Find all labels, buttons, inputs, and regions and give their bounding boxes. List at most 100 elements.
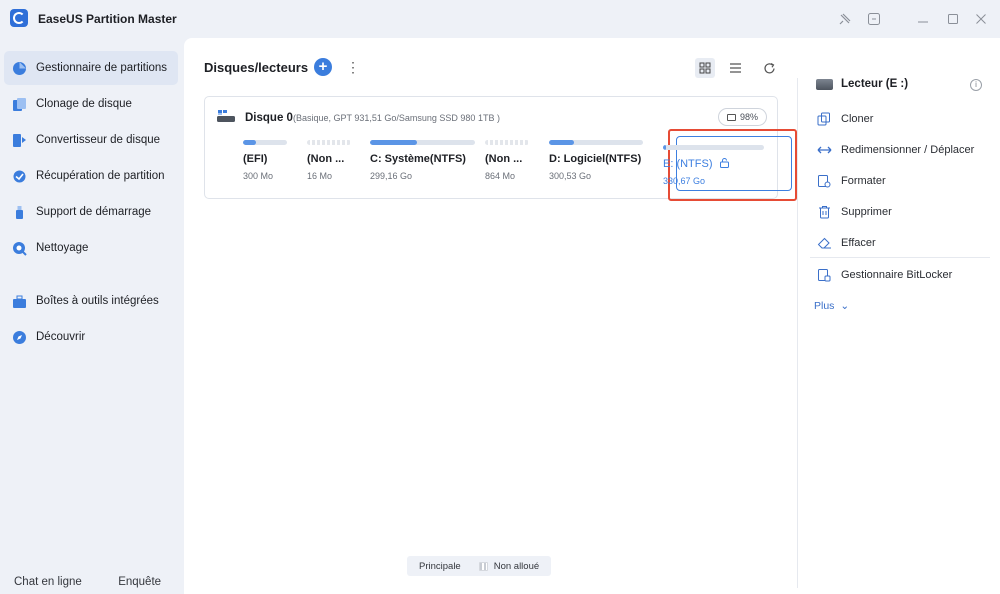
disk-info: (Basique, GPT 931,51 Go/Samsung SSD 980 … — [293, 113, 500, 123]
add-disk-icon[interactable]: + — [314, 58, 332, 76]
partition-name: (EFI) — [243, 153, 268, 165]
partition-c-system[interactable]: C: Système(NTFS) 299,16 Go — [370, 140, 480, 195]
partition-name: (Non ... — [485, 153, 523, 165]
partition-name: C: Système(NTFS) — [370, 153, 466, 165]
legend-unallocated-label: Non alloué — [493, 560, 540, 572]
info-icon[interactable]: i — [970, 79, 982, 91]
partition-size: 299,16 Go — [370, 171, 413, 181]
clone-disk-icon — [11, 96, 27, 112]
partition-size: 300 Mo — [243, 171, 274, 181]
chevron-down-icon: ⌄ — [840, 300, 850, 312]
sidebar: Gestionnaire de partitions Clonage de di… — [0, 38, 184, 594]
pin-icon[interactable] — [836, 10, 854, 28]
action-label: Formater — [841, 175, 886, 187]
partition-usage-bar — [370, 140, 475, 145]
partition-usage-bar — [549, 140, 643, 145]
compass-icon — [11, 329, 27, 345]
app-logo-icon — [10, 9, 28, 27]
resize-move-button[interactable]: Redimensionner / Déplacer — [816, 140, 974, 160]
action-label: Redimensionner / Déplacer — [841, 144, 975, 156]
sidebar-item-discover[interactable]: Découvrir — [4, 320, 178, 354]
sidebar-item-toolbox[interactable]: Boîtes à outils intégrées — [4, 284, 178, 318]
cleanup-icon — [11, 240, 27, 256]
sidebar-item-disk-clone[interactable]: Clonage de disque — [4, 87, 178, 121]
survey-link[interactable]: Enquête — [118, 576, 161, 588]
partition-pie-icon — [11, 60, 27, 76]
sidebar-item-disk-converter[interactable]: Convertisseur de disque — [4, 123, 178, 157]
maximize-icon[interactable] — [944, 10, 962, 28]
partition-size: 16 Mo — [307, 171, 333, 181]
minimize-icon[interactable] — [914, 10, 932, 28]
sidebar-item-label: Gestionnaire de partitions — [36, 62, 168, 74]
chat-link[interactable]: Chat en ligne — [14, 576, 82, 588]
trash-icon — [816, 204, 832, 220]
format-button[interactable]: Formater — [816, 171, 886, 191]
partition-usage-bar — [307, 140, 351, 145]
sidebar-item-label: Découvrir — [36, 331, 86, 343]
sidebar-footer: Chat en ligne Enquête — [14, 576, 161, 588]
action-label: Cloner — [841, 113, 874, 125]
delete-button[interactable]: Supprimer — [816, 202, 892, 222]
legend: Principale Non alloué — [407, 556, 552, 576]
sidebar-item-label: Clonage de disque — [36, 98, 132, 110]
sidebar-item-cleanup[interactable]: Nettoyage — [4, 231, 178, 265]
partition-name: E: (NTFS) — [663, 158, 729, 171]
wipe-button[interactable]: Effacer — [816, 233, 876, 253]
recovery-icon — [11, 168, 27, 184]
partition-usage-fill — [370, 140, 418, 145]
drive-icon — [816, 78, 833, 90]
eraser-icon — [816, 235, 832, 251]
partition-name-text: E: (NTFS) — [663, 158, 713, 170]
refresh-icon[interactable] — [759, 58, 779, 78]
clone-button[interactable]: Cloner — [816, 109, 873, 129]
list-view-icon[interactable] — [725, 58, 745, 78]
partition-size: 330,67 Go — [663, 176, 706, 186]
sidebar-item-partition-manager[interactable]: Gestionnaire de partitions — [4, 51, 178, 85]
sidebar-item-boot-media[interactable]: Support de démarrage — [4, 195, 178, 229]
disk-name: Disque 0 — [245, 112, 293, 124]
disk-health-badge[interactable]: 98% — [717, 108, 767, 126]
disk-card[interactable]: Disque 0 (Basique, GPT 931,51 Go/Samsung… — [204, 96, 797, 201]
feedback-icon[interactable] — [865, 10, 883, 28]
partition-usage-fill — [549, 140, 575, 145]
sidebar-item-label: Convertisseur de disque — [36, 134, 161, 146]
action-label: Effacer — [841, 237, 876, 249]
action-label: Supprimer — [841, 206, 892, 218]
usb-boot-icon — [11, 204, 27, 220]
toolbox-icon — [11, 293, 27, 309]
disk-drive-icon — [217, 110, 235, 123]
drive-title-text: Lecteur (E :) — [841, 78, 909, 90]
unlock-icon — [719, 158, 729, 171]
format-icon — [816, 173, 832, 189]
close-icon[interactable] — [972, 10, 990, 28]
partition-e[interactable]: E: (NTFS) 330,67 Go — [663, 145, 773, 200]
sidebar-item-partition-recovery[interactable]: Récupération de partition — [4, 159, 178, 193]
title-bar: EaseUS Partition Master — [0, 0, 1000, 38]
more-options-icon[interactable]: ⋮ — [346, 59, 360, 76]
app-title: EaseUS Partition Master — [38, 12, 177, 26]
main-panel: Disques/lecteurs + ⋮ Disque 0 (Basique, … — [184, 38, 1000, 594]
more-actions-link[interactable]: Plus ⌄ — [814, 300, 849, 312]
partition-name: D: Logiciel(NTFS) — [549, 153, 642, 165]
partition-name: (Non ... — [307, 153, 345, 165]
resize-icon — [816, 142, 832, 158]
partition-usage-fill — [663, 145, 667, 150]
sidebar-item-label: Récupération de partition — [36, 170, 165, 182]
convert-disk-icon — [11, 132, 27, 148]
bitlocker-manager-button[interactable]: Gestionnaire BitLocker — [816, 265, 952, 285]
legend-primary-label: Principale — [419, 560, 461, 572]
partition-usage-bar — [663, 145, 764, 150]
partition-usage-fill — [243, 140, 257, 145]
legend-unallocated-swatch — [478, 561, 488, 571]
partition-size: 300,53 Go — [549, 171, 592, 181]
partition-size: 864 Mo — [485, 171, 516, 181]
page-title: Disques/lecteurs — [204, 60, 309, 75]
panel-divider — [797, 78, 798, 588]
health-disk-icon — [726, 113, 736, 121]
partition-usage-bar — [243, 140, 287, 145]
grid-view-icon[interactable] — [695, 58, 715, 78]
actions-divider — [810, 257, 990, 258]
bitlocker-icon — [816, 267, 832, 283]
partition-d-software[interactable]: D: Logiciel(NTFS) 300,53 Go — [549, 140, 659, 195]
health-value: 98% — [739, 112, 758, 122]
